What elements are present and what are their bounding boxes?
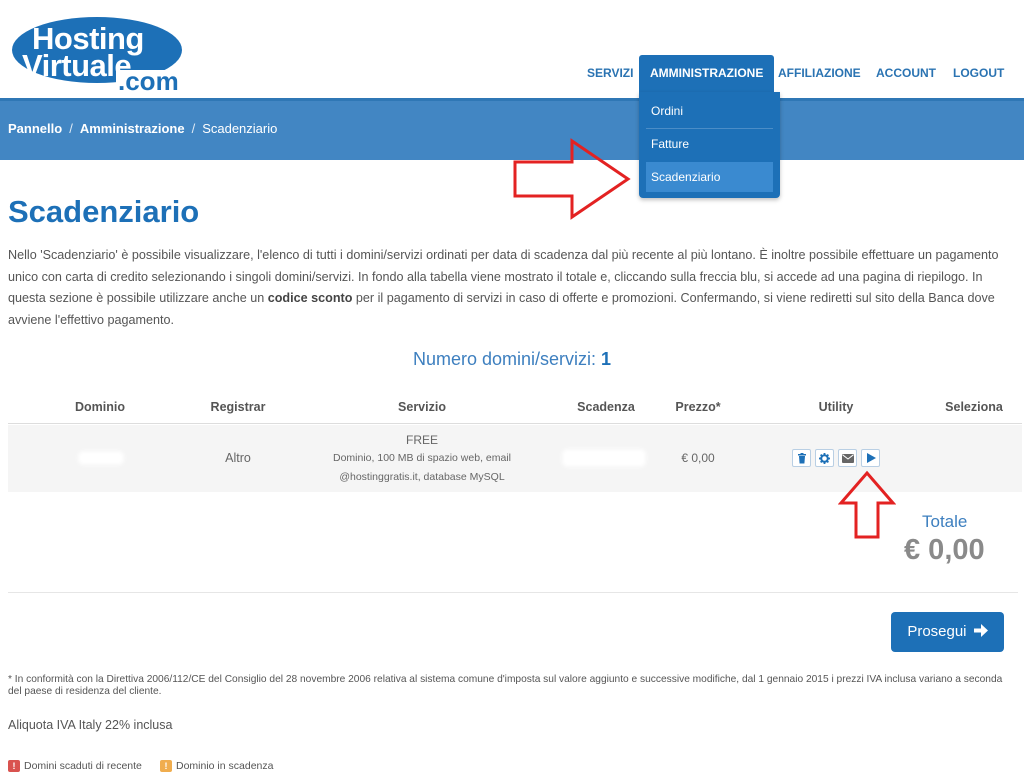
proceed-button-label: Prosegui bbox=[907, 623, 967, 640]
pay-button[interactable] bbox=[861, 449, 880, 467]
redacted-domain bbox=[78, 451, 124, 465]
legend-expired-label: Domini scaduti di recente bbox=[24, 760, 142, 772]
warning-icon: ! bbox=[160, 760, 172, 772]
legend-expiring-label: Dominio in scadenza bbox=[176, 760, 274, 772]
envelope-icon bbox=[841, 453, 854, 463]
nav-affiliazione[interactable]: AFFILIAZIONE bbox=[778, 55, 861, 92]
logo-text-virtuale: Virtuale bbox=[22, 48, 132, 83]
annotation-arrow-up bbox=[838, 470, 896, 539]
nav-amministrazione[interactable]: AMMINISTRAZIONE bbox=[639, 55, 775, 92]
play-icon bbox=[866, 453, 876, 463]
proceed-button[interactable]: Prosegui bbox=[891, 612, 1004, 652]
services-count-value: 1 bbox=[601, 349, 612, 369]
breadcrumb-separator: / bbox=[69, 121, 73, 136]
col-scadenza[interactable]: Scadenza bbox=[577, 400, 635, 414]
table-header: Dominio Registrar Servizio Scadenza Prez… bbox=[8, 392, 1022, 424]
total-value: € 0,00 bbox=[904, 534, 985, 566]
trash-icon bbox=[797, 452, 806, 463]
services-count-label: Numero domini/servizi: bbox=[412, 349, 602, 369]
delete-button[interactable] bbox=[792, 449, 811, 467]
col-utility: Utility bbox=[818, 400, 854, 414]
email-button[interactable] bbox=[838, 449, 857, 467]
breadcrumb-amministrazione[interactable]: Amministrazione bbox=[80, 121, 185, 136]
col-seleziona: Seleziona bbox=[945, 400, 1003, 414]
col-dominio[interactable]: Dominio bbox=[75, 400, 125, 414]
alert-icon: ! bbox=[8, 760, 20, 772]
services-count: Numero domini/servizi: 1 bbox=[0, 349, 1024, 370]
nav-servizi[interactable]: SERVIZI bbox=[587, 55, 633, 92]
gear-icon bbox=[819, 452, 830, 464]
row-service-desc-line1: Dominio, 100 MB di spazio web, email bbox=[333, 452, 511, 464]
nav-logout[interactable]: LOGOUT bbox=[953, 55, 1004, 92]
col-registrar[interactable]: Registrar bbox=[211, 400, 266, 414]
redacted-expiry-date bbox=[562, 449, 646, 467]
dropdown-item-scadenziario[interactable]: Scadenziario bbox=[646, 162, 773, 192]
breadcrumb: Pannello / Amministrazione / Scadenziario bbox=[8, 121, 277, 136]
amministrazione-dropdown: Ordini Fatture Scadenziario bbox=[639, 92, 780, 198]
page-title: Scadenziario bbox=[8, 194, 200, 229]
total-label: Totale bbox=[922, 512, 968, 531]
site-logo[interactable]: Hosting Virtuale .com bbox=[12, 14, 182, 96]
dropdown-item-ordini[interactable]: Ordini bbox=[646, 96, 773, 126]
breadcrumb-current: Scadenziario bbox=[202, 121, 278, 136]
row-price: € 0,00 bbox=[681, 451, 715, 465]
vat-footnote: * In conformità con la Direttiva 2006/11… bbox=[8, 674, 1003, 697]
breadcrumb-separator: / bbox=[191, 121, 196, 136]
intro-bold-codice-sconto: codice sconto bbox=[267, 291, 353, 305]
annotation-arrow-right bbox=[513, 138, 631, 220]
dropdown-item-fatture[interactable]: Fatture bbox=[646, 129, 773, 159]
col-prezzo[interactable]: Prezzo* bbox=[675, 400, 720, 414]
row-service-name: FREE bbox=[405, 433, 439, 447]
logo-text-com: .com bbox=[116, 66, 181, 96]
col-servizio[interactable]: Servizio bbox=[398, 400, 446, 414]
row-service-desc-line2: @hostinggratis.it, database MySQL bbox=[339, 471, 505, 483]
legend-expired: ! Domini scaduti di recente bbox=[8, 760, 142, 772]
arrow-right-icon bbox=[973, 624, 988, 637]
nav-account[interactable]: ACCOUNT bbox=[876, 55, 936, 92]
utility-buttons bbox=[792, 449, 880, 467]
settings-button[interactable] bbox=[815, 449, 834, 467]
legend-expiring: ! Dominio in scadenza bbox=[160, 760, 273, 772]
intro-paragraph: Nello 'Scadenziario' è possibile visuali… bbox=[8, 245, 1018, 331]
divider bbox=[8, 592, 1018, 593]
row-registrar: Altro bbox=[225, 451, 251, 465]
breadcrumb-pannello[interactable]: Pannello bbox=[8, 121, 62, 136]
vat-rate: Aliquota IVA Italy 22% inclusa bbox=[8, 718, 173, 732]
site-header: Hosting Virtuale .com SERVIZI AMMINISTRA… bbox=[0, 0, 1024, 98]
